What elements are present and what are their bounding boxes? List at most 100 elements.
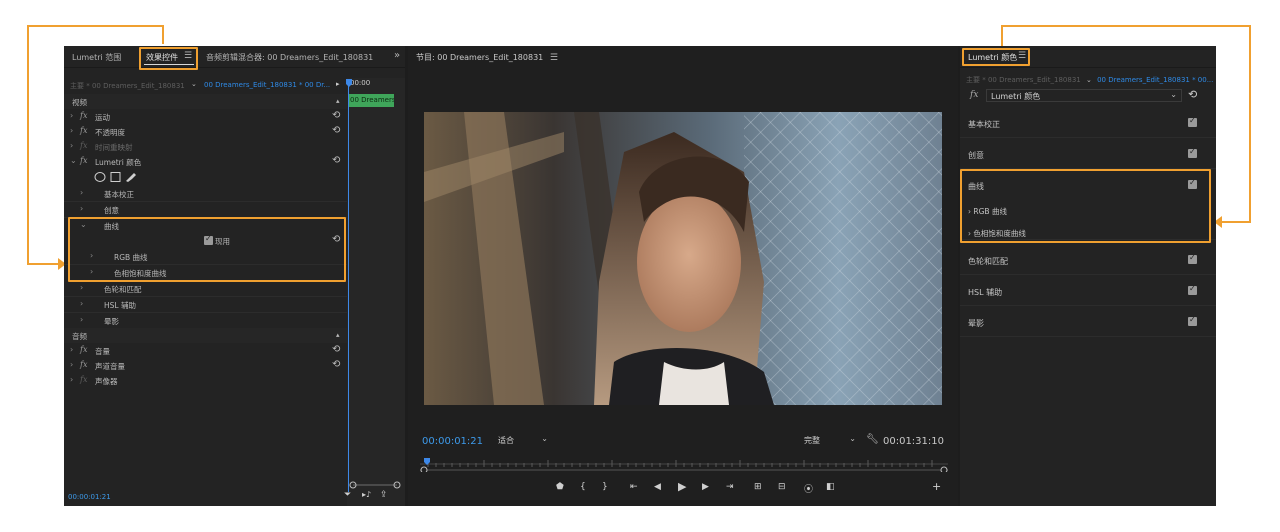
effect-label: 不透明度 xyxy=(95,128,125,137)
comparison-view-icon[interactable]: ◧ xyxy=(826,482,835,492)
mini-timeline[interactable] xyxy=(347,78,405,506)
effect-row-panner[interactable]: › fx 声像器 xyxy=(64,373,347,388)
section-color-wheels[interactable]: 色轮和匹配 xyxy=(960,245,1216,275)
collapse-up-icon[interactable]: ▴ xyxy=(336,331,340,339)
effect-row-opacity[interactable]: › fx 不透明度 ⟲ xyxy=(64,124,347,139)
section-checkbox[interactable] xyxy=(1188,315,1197,326)
reset-icon[interactable]: ⟲ xyxy=(332,359,340,370)
rect-mask-icon[interactable] xyxy=(110,172,121,182)
effect-label: 声道音量 xyxy=(95,362,125,371)
section-label: 创意 xyxy=(968,151,984,160)
program-title-text: 节目: 00 Dreamers_Edit_180831 xyxy=(416,53,544,62)
effect-row-channel-volume[interactable]: › fx 声道音量 ⟲ xyxy=(64,358,347,373)
quality-select[interactable]: 完整 ⌄ xyxy=(804,434,858,448)
highlight-lumetri-tab xyxy=(962,48,1030,66)
effect-row-motion[interactable]: › fx 运动 ⟲ xyxy=(64,109,347,124)
wrench-icon[interactable]: 🔧︎ xyxy=(866,434,879,445)
marker-icon[interactable]: ⬟ xyxy=(556,482,564,492)
section-checkbox[interactable] xyxy=(1188,116,1197,127)
insert-icon[interactable]: ⊞ xyxy=(754,482,762,492)
pen-mask-icon[interactable] xyxy=(126,173,136,182)
mark-out-icon[interactable]: } xyxy=(602,482,608,492)
lumetri-row-hsl[interactable]: › HSL 辅助 xyxy=(64,297,347,312)
section-label: 色轮和匹配 xyxy=(968,257,1008,266)
effect-row-volume[interactable]: › fx 音量 ⟲ xyxy=(64,343,347,358)
section-label: 基本校正 xyxy=(968,120,1000,129)
section-label: 晕影 xyxy=(968,319,984,328)
audio-header-label: 音频 xyxy=(72,332,87,341)
play-icon[interactable]: ▶︎ xyxy=(678,480,686,493)
filter-icon[interactable]: ⏷ xyxy=(344,490,351,500)
chevron-down-icon: ⌄ xyxy=(849,434,856,443)
section-checkbox[interactable] xyxy=(1188,284,1197,295)
fit-select-value: 适合 xyxy=(498,436,514,445)
section-vignette[interactable]: 晕影 xyxy=(960,307,1216,337)
tab-menu-icon[interactable]: ☰ xyxy=(550,53,558,63)
effect-label: 声像器 xyxy=(95,377,118,386)
effect-label: 运动 xyxy=(95,113,110,122)
video-header-label: 视频 xyxy=(72,98,87,107)
mark-in-icon[interactable]: { xyxy=(580,482,586,492)
effect-row-time-remap[interactable]: › fx 时间重映射 xyxy=(64,139,347,154)
timeline-playhead[interactable] xyxy=(348,82,349,492)
lumetri-row-basic[interactable]: › 基本校正 xyxy=(64,186,347,201)
zoom-scroll[interactable] xyxy=(349,480,403,490)
overwrite-icon[interactable]: ⊟ xyxy=(778,482,786,492)
fx-icon: fx xyxy=(80,126,88,135)
clip-bar[interactable]: 00 Dreamers xyxy=(349,94,394,107)
lumetri-row-creative[interactable]: › 创意 xyxy=(64,202,347,217)
section-checkbox[interactable] xyxy=(1188,147,1197,158)
play-triangle-icon[interactable]: ▸ xyxy=(336,80,340,88)
tab-audio-clip-mixer[interactable]: 音频剪辑混合器: 00 Dreamers_Edit_180831 xyxy=(206,52,373,63)
effect-select-row: fx Lumetri 颜色 ⌄ ⟲ xyxy=(960,88,1216,104)
fx-icon: fx xyxy=(970,90,979,100)
program-timecode[interactable]: 00:00:01:21 xyxy=(422,436,483,447)
tab-lumetri-scopes[interactable]: Lumetri 范围 xyxy=(72,52,121,63)
chevron-down-icon[interactable]: ⌄ xyxy=(191,80,197,88)
reset-icon[interactable]: ⟲ xyxy=(1188,88,1197,101)
highlight-effect-controls-tab xyxy=(139,47,198,70)
step-back-icon[interactable]: ◀︎ xyxy=(654,482,661,492)
fx-icon: fx xyxy=(80,375,88,384)
program-time-ruler[interactable] xyxy=(420,458,948,472)
transport-controls: ⬟ { } ⇤ ◀︎ ▶︎ ▶︎ ⇥ ⊞ ⊟ ⦿ ◧ + xyxy=(408,480,958,498)
go-to-out-icon[interactable]: ⇥ xyxy=(726,482,734,492)
section-checkbox[interactable] xyxy=(1188,253,1197,264)
ellipse-mask-icon[interactable] xyxy=(94,172,106,182)
lumetri-row-vignette[interactable]: › 晕影 xyxy=(64,313,347,328)
mask-tools xyxy=(64,169,347,184)
step-forward-icon[interactable]: ▶︎ xyxy=(702,482,709,492)
video-frame[interactable] xyxy=(424,112,942,405)
reset-icon[interactable]: ⟲ xyxy=(332,110,340,121)
fit-select[interactable]: 适合 ⌄ xyxy=(498,434,550,448)
effect-row-lumetri[interactable]: ⌄ fx Lumetri 颜色 ⟲ xyxy=(64,154,347,169)
left-tabbar: Lumetri 范围 效果控件 ☰ 音频剪辑混合器: 00 Dreamers_E… xyxy=(64,46,405,68)
export-icon[interactable]: ⇪ xyxy=(380,490,388,500)
chevron-down-icon[interactable]: ⌄ xyxy=(1086,76,1092,84)
section-creative[interactable]: 创意 xyxy=(960,139,1216,169)
fx-icon: fx xyxy=(80,156,88,165)
camera-icon[interactable]: ⦿ xyxy=(804,482,813,495)
effect-dropdown[interactable]: Lumetri 颜色 ⌄ xyxy=(986,89,1182,102)
section-basic[interactable]: 基本校正 xyxy=(960,108,1216,138)
right-sequence-line: 主要 * 00 Dreamers_Edit_180831 ⌄ 00 Dreame… xyxy=(966,75,1213,85)
lumetri-row-color-wheels[interactable]: › 色轮和匹配 xyxy=(64,281,347,296)
playhead-handle-icon[interactable] xyxy=(346,79,352,87)
chevron-down-icon: ⌄ xyxy=(541,434,548,443)
ruler-time: 00:00 xyxy=(350,79,371,87)
collapse-up-icon[interactable]: ▴ xyxy=(336,97,340,105)
reset-icon[interactable]: ⟲ xyxy=(332,344,340,355)
effect-dropdown-value: Lumetri 颜色 xyxy=(991,92,1041,101)
program-title: 节目: 00 Dreamers_Edit_180831 ☰ xyxy=(416,52,558,63)
section-hsl[interactable]: HSL 辅助 xyxy=(960,276,1216,306)
effect-label: 时间重映射 xyxy=(95,143,133,152)
quality-select-value: 完整 xyxy=(804,436,820,445)
play-only-audio-icon[interactable]: ▸♪ xyxy=(362,490,371,499)
current-time-readout: 00:00:01:21 xyxy=(68,493,111,501)
go-to-in-icon[interactable]: ⇤ xyxy=(630,482,638,492)
audio-section-header: 音频 ▴ xyxy=(64,328,347,343)
panel-overflow-icon[interactable]: » xyxy=(394,50,400,61)
reset-icon[interactable]: ⟲ xyxy=(332,125,340,136)
reset-icon[interactable]: ⟲ xyxy=(332,155,340,166)
add-button-icon[interactable]: + xyxy=(932,480,941,493)
